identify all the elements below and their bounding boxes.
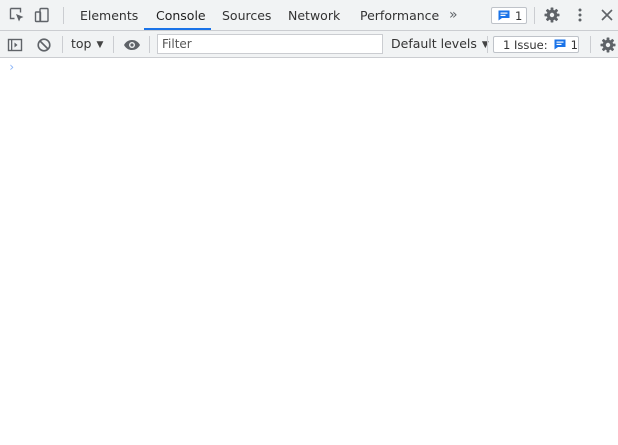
divider	[590, 36, 591, 53]
console-output-area[interactable]: ›	[0, 58, 618, 445]
message-icon	[498, 10, 510, 21]
divider	[149, 36, 150, 53]
tab-sources[interactable]: Sources	[222, 0, 271, 31]
active-tab-indicator	[144, 28, 211, 30]
live-expression-eye-icon[interactable]	[123, 36, 141, 54]
console-toolbar: top ▼ Default levels▼ 1 Issue: 1	[0, 31, 618, 58]
issues-badge-button[interactable]: 1	[491, 7, 527, 24]
context-label: top	[71, 36, 92, 51]
issues-count-button[interactable]: 1 Issue: 1	[493, 36, 579, 53]
tab-performance[interactable]: Performance	[360, 0, 439, 31]
more-tabs-button[interactable]: »	[449, 0, 458, 31]
divider	[534, 7, 535, 24]
console-settings-gear-icon[interactable]	[599, 36, 617, 54]
divider	[113, 36, 114, 53]
filter-input[interactable]	[157, 34, 383, 54]
tab-elements[interactable]: Elements	[80, 0, 138, 31]
console-prompt-chevron-icon: ›	[8, 60, 16, 74]
message-icon	[554, 39, 566, 50]
issues-label: 1 Issue:	[503, 37, 548, 52]
clear-console-icon[interactable]	[35, 36, 53, 54]
tab-console[interactable]: Console	[156, 0, 206, 31]
device-toolbar-icon[interactable]	[33, 6, 51, 24]
log-levels-dropdown[interactable]: Default levels ▼	[391, 31, 489, 57]
issues-count: 1	[570, 37, 578, 52]
devtools-tab-bar: Elements Console Sources Network Perform…	[0, 0, 618, 31]
show-sidebar-icon[interactable]	[6, 36, 24, 54]
settings-gear-icon[interactable]	[543, 6, 561, 24]
tab-network[interactable]: Network	[288, 0, 340, 31]
divider	[63, 7, 64, 24]
divider	[487, 36, 488, 53]
context-selector[interactable]: top ▼	[71, 31, 103, 57]
divider	[62, 36, 63, 53]
close-icon[interactable]	[598, 6, 616, 24]
levels-label: Default levels	[391, 36, 477, 51]
dropdown-triangle-icon: ▼	[96, 40, 104, 50]
issues-badge-count: 1	[515, 8, 523, 23]
more-options-kebab-icon[interactable]	[571, 6, 589, 24]
inspect-element-icon[interactable]	[8, 6, 26, 24]
